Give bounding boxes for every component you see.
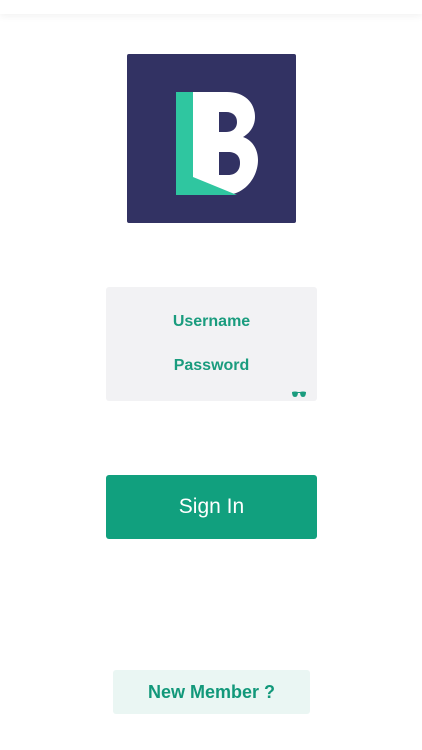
login-form bbox=[106, 287, 317, 401]
username-field[interactable] bbox=[106, 305, 317, 339]
sign-in-button[interactable]: Sign In bbox=[106, 475, 317, 539]
new-member-button[interactable]: New Member ? bbox=[113, 670, 310, 714]
eye-icon[interactable] bbox=[291, 386, 307, 397]
password-field[interactable] bbox=[106, 349, 317, 383]
status-bar bbox=[0, 0, 422, 14]
app-logo bbox=[127, 54, 296, 223]
letter-b-logo-icon bbox=[176, 92, 258, 195]
